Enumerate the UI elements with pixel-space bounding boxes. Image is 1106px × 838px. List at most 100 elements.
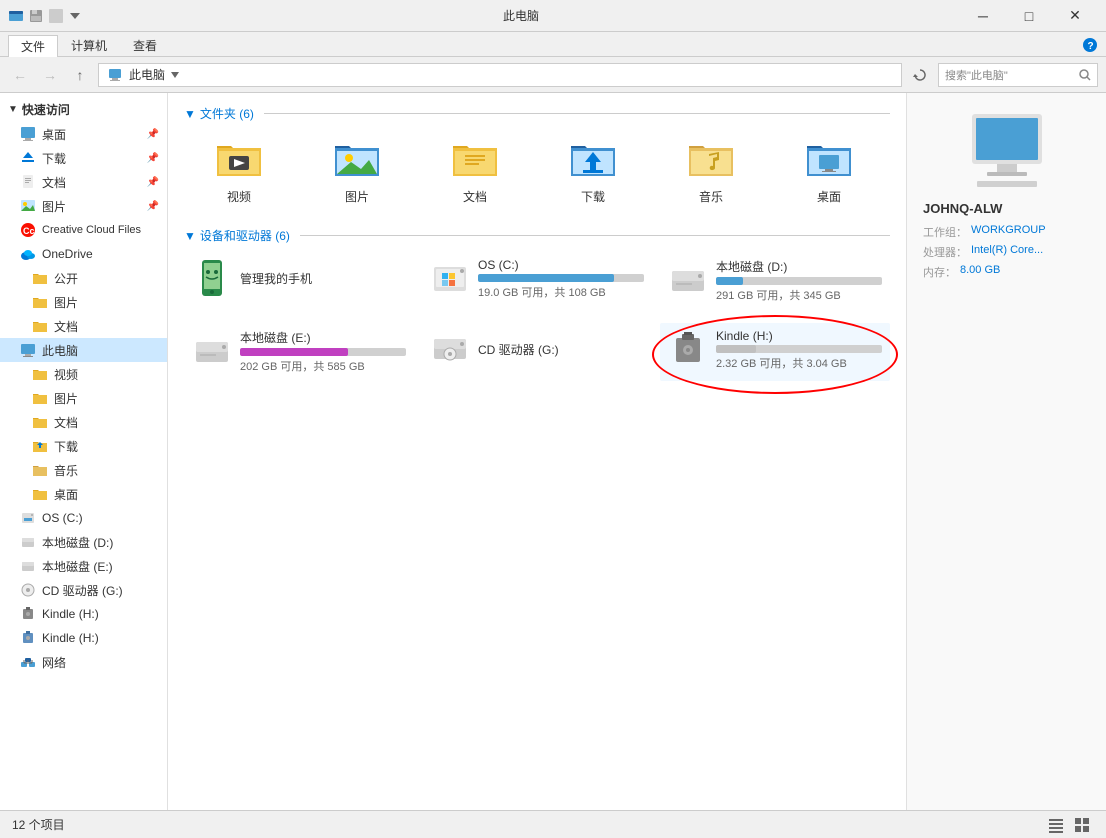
sidebar-videos-sub-label: 视频 [54,366,78,383]
help-icon[interactable]: ? [1082,37,1098,53]
detail-memory-row: 内存： 8.00 GB [923,264,1090,280]
kindle-highlight-wrapper: Kindle (H:) 2.32 GB 可用，共 3.04 GB [660,323,890,386]
sidebar-item-network[interactable]: 网络 [0,650,167,674]
sidebar-item-creative-cloud[interactable]: Cc Creative Cloud Files [0,218,167,242]
sidebar-network-label: 网络 [42,654,66,671]
sidebar-item-pictures-sub[interactable]: 图片 [0,386,167,410]
sidebar-item-thispc[interactable]: 此电脑 [0,338,167,362]
devices-chevron-icon: ▼ [184,229,196,243]
folders-section-header[interactable]: ▼ 文件夹 (6) [184,105,890,122]
sidebar-item-docs-sub[interactable]: 文档 [0,410,167,434]
svg-text:Cc: Cc [23,226,35,236]
device-osc[interactable]: OS (C:) 19.0 GB 可用，共 108 GB [422,252,652,313]
folder-downloads-icon [569,136,617,184]
status-bar: 12 个项目 [0,810,1106,838]
sidebar-item-dl-sub[interactable]: 下载 [0,434,167,458]
device-locald[interactable]: 本地磁盘 (D:) 291 GB 可用，共 345 GB [660,252,890,313]
folder-downloads[interactable]: 下载 [538,130,648,211]
ribbon-tabs: 文件 计算机 查看 ? [0,32,1106,56]
sidebar-item-osc[interactable]: OS (C:) [0,506,167,530]
device-cdg-name: CD 驱动器 (G:) [478,341,644,358]
usb-drive-icon [668,330,708,370]
sidebar-item-documents2[interactable]: 文档 [0,314,167,338]
workgroup-label: 工作组： [923,224,967,240]
dropdown-arrow-icon[interactable] [68,9,82,23]
sidebar-item-cdg[interactable]: CD 驱动器 (G:) [0,578,167,602]
minimize-button[interactable]: ─ [960,0,1006,32]
close-button[interactable]: ✕ [1052,0,1098,32]
title-bar: 此电脑 ─ □ ✕ [0,0,1106,32]
device-locale[interactable]: 本地磁盘 (E:) 202 GB 可用，共 585 GB [184,323,414,384]
sidebar-locale-label: 本地磁盘 (E:) [42,558,113,575]
desktop-icon [20,126,36,142]
sidebar-item-onedrive[interactable]: OneDrive [0,242,167,266]
folder-downloads-label: 下载 [581,188,605,205]
sidebar-pictures2-label: 图片 [54,294,78,311]
device-phone[interactable]: 管理我的手机 [184,252,414,313]
devices-section-header[interactable]: ▼ 设备和驱动器 (6) [184,227,890,244]
sidebar-item-public[interactable]: 公开 [0,266,167,290]
device-locale-top: 本地磁盘 (E:) 202 GB 可用，共 585 GB [192,329,406,374]
folder-desktop[interactable]: 桌面 [774,130,884,211]
tab-computer[interactable]: 计算机 [58,34,120,56]
sidebar-item-desktop[interactable]: 桌面 📌 [0,122,167,146]
sidebar-item-music-sub[interactable]: 音乐 [0,458,167,482]
device-cdg[interactable]: CD 驱动器 (G:) [422,323,652,384]
device-kindle-size: 2.32 GB 可用，共 3.04 GB [716,355,882,371]
sidebar-documents2-label: 文档 [54,318,78,335]
device-cdg-info: CD 驱动器 (G:) [478,341,644,358]
address-input[interactable]: 此电脑 [98,63,902,87]
title-bar-controls: ─ □ ✕ [960,0,1098,32]
pictures-icon [20,198,36,214]
sidebar-item-locald[interactable]: 本地磁盘 (D:) [0,530,167,554]
device-kindle[interactable]: Kindle (H:) 2.32 GB 可用，共 3.04 GB [660,323,890,381]
device-locale-name: 本地磁盘 (E:) [240,329,406,346]
folder-videos-label: 视频 [227,188,251,205]
sidebar-item-desktop-sub[interactable]: 桌面 [0,482,167,506]
computer-sidebar-icon [20,342,36,358]
sidebar-item-pictures[interactable]: 图片 📌 [0,194,167,218]
refresh-icon [913,68,927,82]
sidebar-item-documents[interactable]: 文档 📌 [0,170,167,194]
sidebar-item-downloads[interactable]: 下载 📌 [0,146,167,170]
tab-view[interactable]: 查看 [120,34,170,56]
address-bar: ← → ↑ 此电脑 搜索"此电脑" [0,57,1106,93]
back-button[interactable]: ← [8,63,32,87]
cd-drive-icon [430,329,470,369]
sidebar-item-videos-sub[interactable]: 视频 [0,362,167,386]
forward-button[interactable]: → [38,63,62,87]
view-large-icons-button[interactable] [1070,815,1094,835]
folder-music[interactable]: 音乐 [656,130,766,211]
refresh-button[interactable] [908,63,932,87]
folder-videos-icon [215,136,263,184]
tab-file[interactable]: 文件 [8,35,58,57]
folder-pictures[interactable]: 图片 [302,130,412,211]
view-details-button[interactable] [1044,815,1068,835]
folder-videos[interactable]: 视频 [184,130,294,211]
device-locale-fill [240,348,348,356]
sidebar-kindleh2-label: Kindle (H:) [42,631,99,645]
search-icon [1079,69,1091,81]
device-osc-info: OS (C:) 19.0 GB 可用，共 108 GB [478,258,644,300]
main-layout: ▼ 快速访问 桌面 📌 下载 📌 [0,93,1106,810]
device-locald-top: 本地磁盘 (D:) 291 GB 可用，共 345 GB [668,258,882,303]
sidebar-item-pictures2[interactable]: 图片 [0,290,167,314]
folder-desktop-label: 桌面 [817,188,841,205]
up-button[interactable]: ↑ [68,63,92,87]
device-osc-top: OS (C:) 19.0 GB 可用，共 108 GB [430,258,644,300]
onedrive-icon [20,246,36,262]
folder-pictures2-icon [32,294,48,310]
maximize-button[interactable]: □ [1006,0,1052,32]
sidebar-item-kindleh[interactable]: Kindle (H:) [0,602,167,626]
folder-documents[interactable]: 文档 [420,130,530,211]
sidebar-quickaccess-header[interactable]: ▼ 快速访问 [0,97,167,122]
sidebar-item-kindleh2[interactable]: Kindle (H:) [0,626,167,650]
sidebar-downloads-label: 下载 [42,150,66,167]
address-dropdown-icon[interactable] [169,69,181,81]
creative-cloud-icon: Cc [20,222,36,238]
pin-icon-pictures: 📌 [147,201,159,212]
view-large-icon [1074,817,1090,833]
search-box[interactable]: 搜索"此电脑" [938,63,1098,87]
device-kindle-top: Kindle (H:) 2.32 GB 可用，共 3.04 GB [668,329,882,371]
sidebar-item-locale[interactable]: 本地磁盘 (E:) [0,554,167,578]
